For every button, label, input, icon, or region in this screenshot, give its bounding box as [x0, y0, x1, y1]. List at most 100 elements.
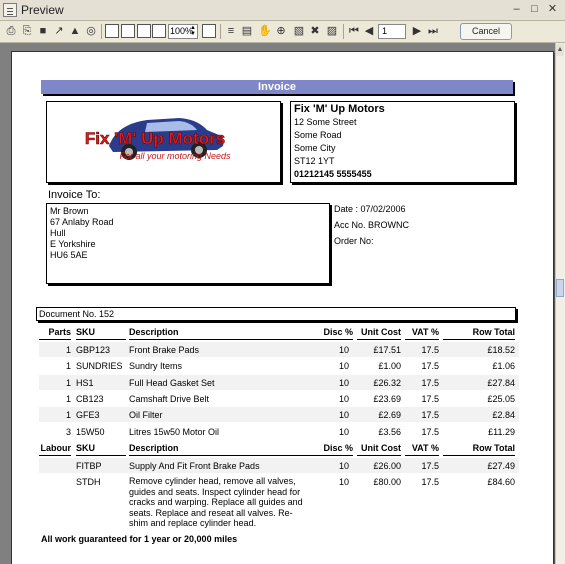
labour-description: Remove cylinder head, remove all valves,…: [129, 476, 303, 528]
page-number-field[interactable]: 1: [378, 24, 406, 39]
document-number: Document No. 152: [36, 307, 516, 321]
find-icon[interactable]: ◎: [84, 24, 98, 38]
zoom-tool-icon[interactable]: ⊕: [274, 24, 288, 38]
zoom-spinner-icon[interactable]: ▲ ▼: [189, 25, 197, 38]
part-disc: 10: [338, 361, 349, 372]
last-page-icon[interactable]: ⏭: [426, 24, 440, 38]
part-sku: GFE3: [76, 410, 100, 421]
part-row-total: £2.84: [492, 410, 515, 421]
header-parts: Parts: [39, 326, 71, 340]
preview-toolbar: ⎙ ⎘ ■ ↗ ▲ ◎ 100% ▲ ▼ ≡ ▤ ✋ ⊕ ▧ ✖ ▨ ⏮ ◀ 1 …: [0, 21, 565, 43]
logo-tagline: For all your motoring Needs: [119, 151, 231, 161]
hand-tool-icon[interactable]: ✋: [258, 24, 272, 38]
cancel-button[interactable]: Cancel: [460, 23, 512, 40]
header-row-total: Row Total: [443, 442, 515, 456]
labour-vat: 17.5: [421, 461, 439, 471]
header-description: Description: [129, 442, 319, 456]
company-address-line: 12 Some Street: [294, 117, 357, 127]
minimize-icon[interactable]: –: [508, 3, 525, 18]
two-pages-icon[interactable]: [121, 24, 135, 38]
order-number: Order No:: [334, 236, 374, 246]
window-title: Preview: [21, 3, 64, 17]
close-icon[interactable]: ✕: [544, 3, 561, 18]
part-vat: 17.5: [421, 345, 439, 355]
car-logo-image: Fix 'M' Up Motors For all your motoring …: [85, 118, 231, 161]
maximize-icon[interactable]: □: [526, 3, 543, 18]
part-row-total: £25.05: [487, 393, 515, 404]
account-number: Acc No. BROWNC: [334, 220, 410, 230]
part-vat: 17.5: [421, 426, 439, 437]
part-unit-cost: £2.69: [378, 410, 401, 421]
invoice-page: Invoice Fix 'M' Up Motors For all your m…: [11, 51, 554, 564]
scroll-thumb[interactable]: [556, 279, 564, 297]
part-qty: 1: [65, 361, 71, 372]
header-unit-cost: Unit Cost: [357, 326, 401, 340]
part-unit-cost: £23.69: [373, 393, 401, 404]
part-disc: 10: [338, 393, 349, 404]
part-unit-cost: £3.56: [378, 426, 401, 437]
part-description: Full Head Gasket Set: [129, 377, 215, 388]
labour-disc: 10: [338, 461, 349, 471]
part-disc: 10: [338, 410, 349, 421]
address-line: HU6 5AE: [50, 250, 88, 260]
save-icon[interactable]: ■: [36, 24, 50, 38]
address-line: E Yorkshire: [50, 239, 96, 249]
part-vat: 17.5: [421, 410, 439, 421]
next-page-icon[interactable]: ▶: [410, 24, 424, 38]
part-description: Front Brake Pads: [129, 345, 200, 355]
company-logo-box: Fix 'M' Up Motors For all your motoring …: [46, 101, 281, 183]
part-qty: 1: [65, 377, 71, 388]
window-app-icon: [3, 3, 17, 17]
multi-pages-icon[interactable]: [152, 24, 166, 38]
add-page-icon[interactable]: ▨: [325, 24, 339, 38]
part-qty: 1: [65, 393, 71, 404]
preview-viewport[interactable]: Invoice Fix 'M' Up Motors For all your m…: [0, 43, 565, 564]
four-pages-icon[interactable]: [137, 24, 151, 38]
part-sku: GBP123: [76, 345, 111, 355]
print-setup-icon[interactable]: ⎘: [20, 24, 34, 38]
customer-address: Mr Brown 67 Anlaby Road Hull E Yorkshire…: [46, 203, 330, 284]
export-icon[interactable]: ↗: [52, 24, 66, 38]
part-vat: 17.5: [421, 377, 439, 388]
labour-sku: FITBP: [76, 461, 102, 471]
company-name: Fix 'M' Up Motors: [294, 103, 385, 115]
address-line: Hull: [50, 228, 66, 238]
header-disc: Disc %: [311, 326, 353, 340]
title-bar: Preview – □ ✕: [0, 0, 565, 21]
company-address-line: ST12 1YT: [294, 156, 335, 166]
margins-icon[interactable]: ≡: [224, 24, 238, 38]
edit-page-icon[interactable]: ▧: [292, 24, 306, 38]
previous-page-icon[interactable]: ◀: [362, 24, 376, 38]
part-row-total: £1.06: [492, 361, 515, 372]
toolbar-separator: [343, 24, 344, 39]
part-description: Camshaft Drive Belt: [129, 393, 210, 404]
invoice-title: Invoice: [41, 80, 513, 94]
page-width-icon[interactable]: [202, 24, 216, 38]
labour-sku: STDH: [76, 477, 101, 487]
part-qty: 1: [65, 345, 71, 355]
scroll-up-icon[interactable]: ▲: [556, 44, 564, 56]
labour-description: Supply And Fit Front Brake Pads: [129, 461, 260, 471]
delete-page-icon[interactable]: ✖: [308, 24, 322, 38]
first-page-icon[interactable]: ⏮: [347, 24, 361, 38]
labour-row-total: £27.49: [487, 461, 515, 471]
labour-unit-cost: £26.00: [373, 461, 401, 471]
company-phone: 01212145 5555455: [294, 169, 372, 179]
company-address-line: Some City: [294, 143, 336, 153]
part-vat: 17.5: [421, 361, 439, 372]
page-setup-icon[interactable]: ▤: [240, 24, 254, 38]
single-page-icon[interactable]: [105, 24, 119, 38]
part-vat: 17.5: [421, 393, 439, 404]
print-icon[interactable]: ⎙: [4, 24, 18, 38]
guarantee-note: All work guaranteed for 1 year or 20,000…: [41, 534, 238, 544]
header-labour: Labour: [39, 442, 71, 456]
part-row-total: £27.84: [487, 377, 515, 388]
vertical-scrollbar[interactable]: ▲: [555, 43, 565, 564]
invoice-date: Date : 07/02/2006: [334, 204, 406, 214]
pdf-icon[interactable]: ▲: [68, 24, 82, 38]
company-details: Fix 'M' Up Motors 12 Some Street Some Ro…: [290, 101, 515, 183]
part-qty: 3: [65, 426, 71, 437]
part-description: Sundry Items: [129, 361, 183, 372]
logo-text: Fix 'M' Up Motors: [85, 129, 225, 148]
header-row-total: Row Total: [443, 326, 515, 340]
